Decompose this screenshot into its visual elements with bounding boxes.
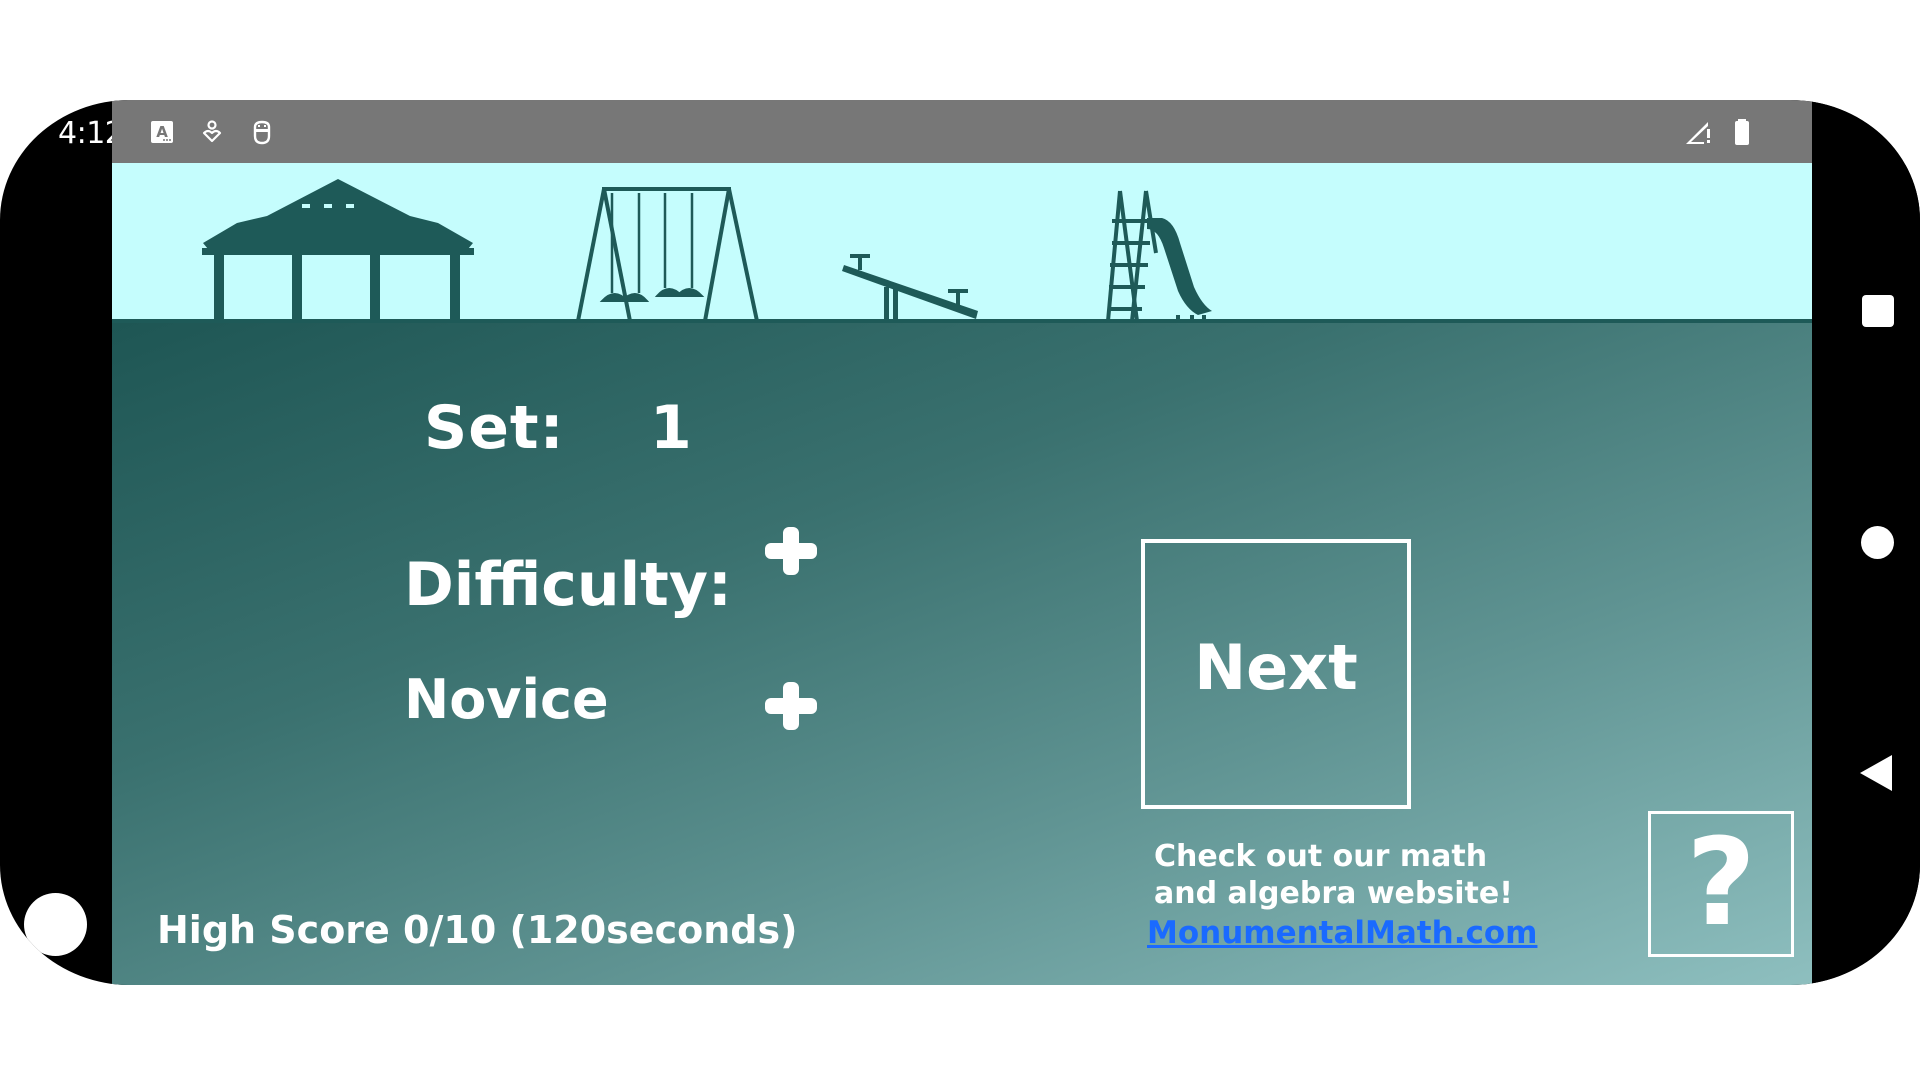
- set-increment-button[interactable]: +: [765, 527, 817, 575]
- website-link[interactable]: MonumentalMath.com: [1147, 915, 1537, 951]
- recents-square-icon[interactable]: [1862, 295, 1894, 327]
- next-button-label: Next: [1194, 631, 1358, 704]
- high-score-text: High Score 0/10 (120seconds): [157, 908, 798, 952]
- back-triangle-icon[interactable]: [1860, 755, 1892, 791]
- difficulty-value: Novice: [404, 668, 609, 731]
- difficulty-increment-button[interactable]: +: [765, 682, 817, 730]
- swing-set-icon: [576, 187, 759, 322]
- set-value: 1: [650, 393, 692, 463]
- set-label: Set:: [424, 393, 565, 463]
- phone-frame: 4:12 A Set: 1 Difficulty: Novice Next Hi…: [0, 100, 1920, 985]
- promo-line-1: Check out our math: [1154, 839, 1488, 874]
- text-a-icon: A: [151, 121, 173, 143]
- status-bar: A: [112, 100, 1812, 163]
- promo-line-2: and algebra website!: [1154, 876, 1513, 911]
- difficulty-label: Difficulty:: [404, 550, 732, 620]
- signal-alert-icon: [1686, 122, 1710, 144]
- slide-icon: [1106, 190, 1212, 322]
- next-button[interactable]: Next: [1141, 539, 1411, 809]
- camera-cutout-circle: [24, 893, 87, 956]
- promo-text: Check out our math and algebra website!: [1154, 838, 1513, 912]
- help-button[interactable]: ?: [1648, 811, 1794, 957]
- navigation-bar: [1812, 100, 1920, 985]
- robot-face-icon: [253, 120, 271, 145]
- question-mark-icon: ?: [1686, 814, 1756, 953]
- svg-text:A: A: [156, 123, 168, 141]
- battery-icon: [1735, 119, 1749, 145]
- seesaw-icon: [842, 254, 978, 321]
- heart-location-icon: [202, 120, 222, 143]
- gazebo-icon: [202, 179, 474, 321]
- status-bar-left-cutout: 4:12: [0, 100, 124, 163]
- game-menu: Set: 1 + Difficulty: + Novice Next High …: [112, 323, 1812, 985]
- home-circle-icon[interactable]: [1861, 526, 1894, 559]
- playground-banner: [112, 163, 1812, 323]
- playground-silhouettes: [202, 179, 1212, 322]
